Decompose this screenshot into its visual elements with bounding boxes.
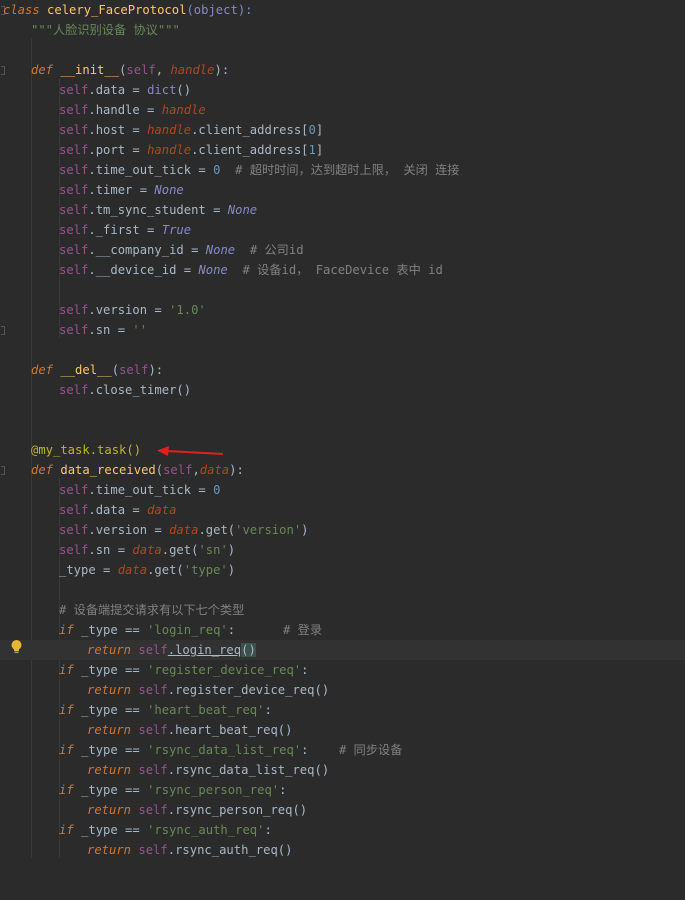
code-line[interactable]: if _type == 'login_req': # 登录: [0, 620, 322, 640]
code-line[interactable]: self.data = dict(): [0, 80, 191, 100]
keyword: def: [31, 63, 54, 77]
code-line[interactable]: class celery_FaceProtocol(object):: [0, 0, 253, 20]
code-line[interactable]: self.__company_id = None # 公司id: [0, 240, 304, 260]
code-line[interactable]: def data_received(self,data):: [0, 460, 244, 480]
function-name: __del__: [60, 363, 112, 377]
code-line[interactable]: self.__device_id = None # 设备id， FaceDevi…: [0, 260, 443, 280]
lightbulb-icon[interactable]: [10, 639, 23, 655]
code-line[interactable]: self.port = handle.client_address[1]: [0, 140, 323, 160]
class-base: (object):: [186, 3, 253, 17]
code-line[interactable]: if _type == 'heart_beat_req':: [0, 700, 272, 720]
code-line[interactable]: return self.register_device_req(): [0, 680, 329, 700]
code-line[interactable]: self.timer = None: [0, 180, 184, 200]
param: handle: [170, 63, 215, 77]
code-line[interactable]: """人脸识别设备 协议""": [0, 20, 180, 40]
comment: # 设备端提交请求有以下七个类型: [59, 603, 245, 617]
code-line[interactable]: return self.rsync_person_req(): [0, 800, 307, 820]
code-line[interactable]: self.version = data.get('version'): [0, 520, 309, 540]
code-line[interactable]: self.host = handle.client_address[0]: [0, 120, 323, 140]
code-line[interactable]: self.tm_sync_student = None: [0, 200, 257, 220]
fold-marker-icon[interactable]: [1, 66, 5, 75]
keyword: class: [3, 3, 40, 17]
code-line[interactable]: if _type == 'rsync_data_list_req': # 同步设…: [0, 740, 402, 760]
current-line[interactable]: return self.login_req(): [0, 640, 685, 660]
code-line[interactable]: # 设备端提交请求有以下七个类型: [0, 600, 244, 620]
code-line[interactable]: if _type == 'rsync_auth_req':: [0, 820, 272, 840]
comment: # 同步设备: [339, 743, 403, 757]
code-line[interactable]: self.time_out_tick = 0 # 超时时间，达到超时上限， 关闭…: [0, 160, 460, 180]
code-line[interactable]: @my_task.task(): [0, 440, 141, 460]
decorator: @my_task.task(): [31, 443, 142, 457]
code-line[interactable]: self.handle = handle: [0, 100, 206, 120]
comment: # 公司id: [249, 243, 304, 257]
code-line[interactable]: if _type == 'register_device_req':: [0, 660, 309, 680]
docstring: """人脸识别设备 协议""": [31, 23, 180, 37]
code-line[interactable]: self.sn = '': [0, 320, 147, 340]
class-name: celery_FaceProtocol: [47, 3, 187, 17]
code-line[interactable]: if _type == 'rsync_person_req':: [0, 780, 286, 800]
code-line[interactable]: self.time_out_tick = 0: [0, 480, 220, 500]
code-line[interactable]: def __del__(self):: [0, 360, 163, 380]
code-editor[interactable]: class celery_FaceProtocol(object): """人脸…: [0, 0, 685, 858]
code-line[interactable]: self.close_timer(): [0, 380, 191, 400]
fold-marker-icon[interactable]: [1, 326, 5, 335]
code-line[interactable]: return self.rsync_data_list_req(): [0, 760, 329, 780]
code-line[interactable]: return self.heart_beat_req(): [0, 720, 292, 740]
bracket-highlight: ): [248, 643, 256, 657]
function-name: data_received: [60, 463, 156, 477]
code-line[interactable]: _type = data.get('type'): [0, 560, 235, 580]
code-line[interactable]: self._first = True: [0, 220, 191, 240]
function-name: __init__: [60, 63, 120, 77]
code-line[interactable]: self.data = data: [0, 500, 176, 520]
comment: # 登录: [283, 623, 323, 637]
code-line[interactable]: def __init__(self, handle):: [0, 60, 229, 80]
comment: # 设备id， FaceDevice 表中 id: [242, 263, 443, 277]
red-arrow-icon: [157, 446, 224, 456]
code-line[interactable]: self.version = '1.0': [0, 300, 206, 320]
code-line[interactable]: self.sn = data.get('sn'): [0, 540, 235, 560]
comment: # 超时时间，达到超时上限， 关闭 连接: [235, 163, 460, 177]
fold-marker-icon[interactable]: [1, 466, 5, 475]
code-line[interactable]: return self.rsync_auth_req(): [0, 840, 292, 860]
